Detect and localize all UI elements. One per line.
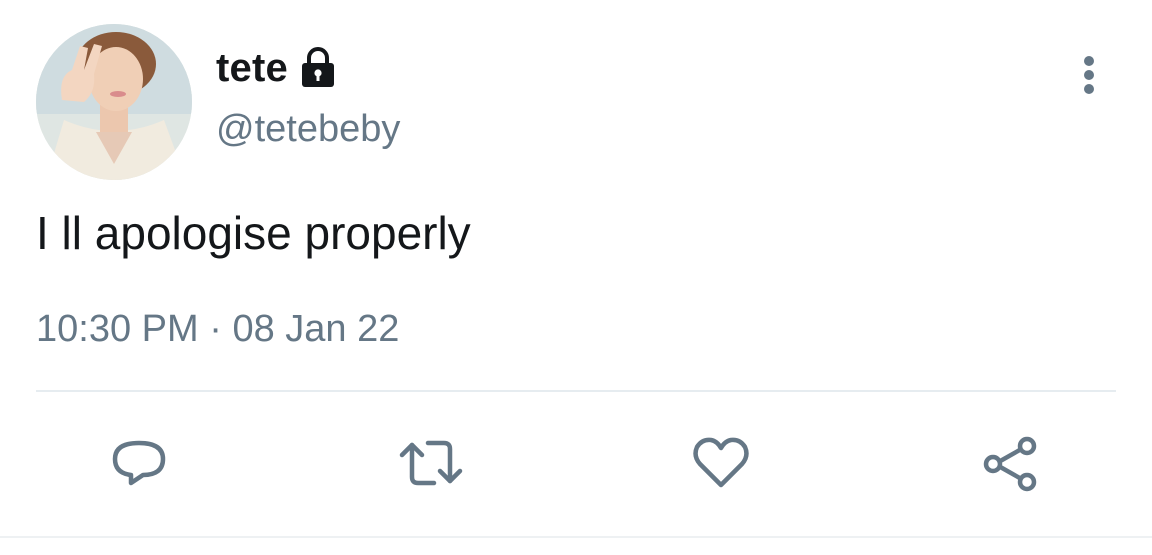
heart-icon — [693, 437, 749, 488]
like-button[interactable] — [688, 430, 754, 496]
meta-separator: · — [209, 308, 222, 350]
tweet-text: I ll apologise properly — [36, 207, 471, 259]
display-name[interactable]: tete — [216, 46, 288, 91]
share-button[interactable] — [978, 430, 1044, 496]
bottom-divider — [0, 536, 1152, 538]
reply-button[interactable] — [106, 430, 172, 496]
more-vertical-icon — [1084, 56, 1094, 94]
tweet-date[interactable]: 08 Jan 22 — [232, 308, 399, 350]
divider — [36, 390, 1116, 392]
display-name-row: tete — [216, 40, 338, 96]
retweet-button[interactable] — [398, 430, 464, 496]
avatar[interactable] — [36, 24, 192, 180]
avatar-image — [36, 24, 192, 180]
more-options-button[interactable] — [1064, 50, 1114, 100]
reply-icon — [112, 440, 166, 486]
share-icon — [983, 436, 1037, 492]
tweet-time[interactable]: 10:30 PM — [36, 308, 199, 350]
lock-icon — [298, 46, 338, 90]
retweet-icon — [399, 440, 463, 486]
user-handle[interactable]: @tetebeby — [216, 108, 400, 151]
tweet-timestamp: 10:30 PM · 08 Jan 22 — [36, 308, 399, 351]
